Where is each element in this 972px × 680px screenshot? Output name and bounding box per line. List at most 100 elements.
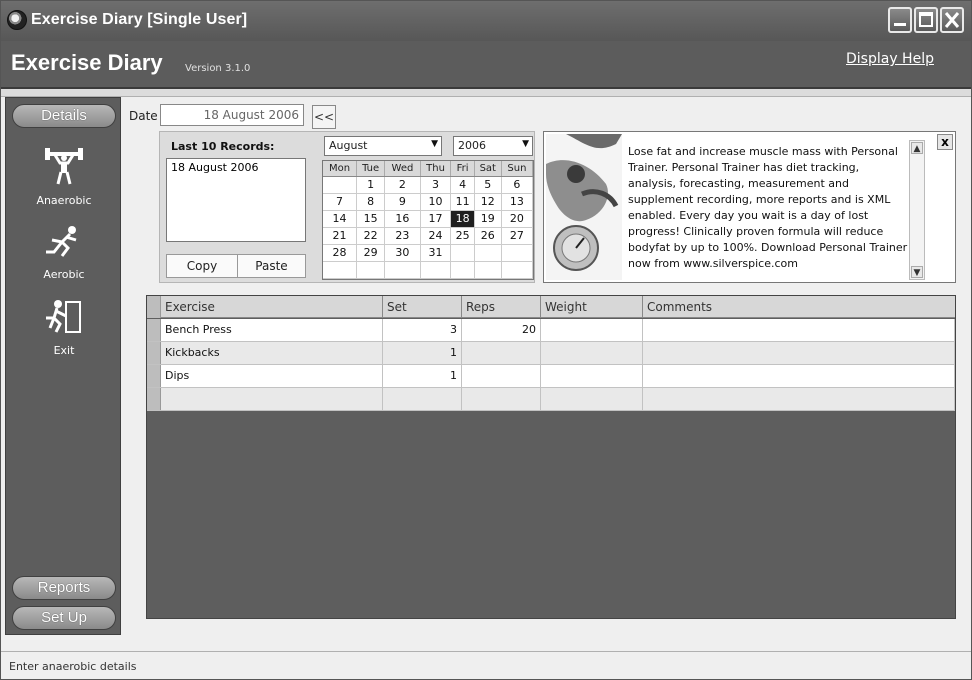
app-icon [7,10,27,30]
table-row[interactable] [147,388,955,411]
calendar-day[interactable]: 7 [323,193,358,211]
calendar-day[interactable]: 14 [323,210,358,228]
weightlifter-icon[interactable] [42,146,86,186]
grid-header: Exercise Set Reps Weight Comments [147,296,955,318]
calendar-day[interactable]: 3 [420,176,452,194]
calendar-day[interactable]: 30 [384,244,421,262]
cell-set[interactable]: 1 [383,342,462,364]
records-list[interactable]: 18 August 2006 [166,158,306,242]
list-item[interactable]: 18 August 2006 [171,161,301,174]
window-title: Exercise Diary [Single User] [31,11,248,28]
paste-button[interactable]: Paste [237,254,306,278]
calendar-day[interactable]: 12 [474,193,502,211]
calendar-day[interactable]: 26 [474,227,502,245]
cell-weight[interactable] [541,365,643,387]
column-header-set[interactable]: Set [383,296,462,318]
cell-exercise[interactable]: Dips [161,365,383,387]
details-button[interactable]: Details [12,104,116,128]
year-select[interactable]: 2006 ▼ [453,136,533,156]
records-title: Last 10 Records: [171,140,275,153]
calendar-day[interactable]: 20 [501,210,534,228]
table-row[interactable]: Dips 1 [147,365,955,388]
calendar-day[interactable]: 16 [384,210,421,228]
advert-panel: Lose fat and increase muscle mass with P… [543,131,956,283]
previous-date-button[interactable]: << [312,105,336,129]
reports-button[interactable]: Reports [12,576,116,600]
table-row[interactable]: Kickbacks 1 [147,342,955,365]
sidebar-item-anaerobic[interactable]: Anaerobic [6,194,122,207]
display-help-link[interactable]: Display Help [846,51,934,67]
calendar-week: 28 29 30 31 [323,244,534,262]
calendar-day[interactable]: 25 [450,227,475,245]
calendar-day[interactable]: 10 [420,193,452,211]
calendar-day [356,261,386,279]
scroll-down-icon[interactable]: ▼ [911,266,923,278]
cell-exercise[interactable]: Bench Press [161,319,383,341]
setup-button[interactable]: Set Up [12,606,116,630]
calendar-day[interactable]: 28 [323,244,358,262]
calendar-day[interactable]: 1 [356,176,386,194]
calendar-day[interactable]: 22 [356,227,386,245]
advert-scrollbar[interactable]: ▲ ▼ [909,140,925,280]
cell-comments[interactable] [643,319,955,341]
cell-exercise[interactable] [161,388,383,410]
row-selector[interactable] [147,319,161,341]
cell-set[interactable]: 1 [383,365,462,387]
calendar-day[interactable]: 13 [501,193,534,211]
table-row[interactable]: Bench Press 3 20 [147,319,955,342]
calendar-day[interactable]: 29 [356,244,386,262]
calendar-day[interactable]: 24 [420,227,452,245]
title-bar[interactable]: Exercise Diary [Single User] [1,1,971,41]
calendar-weekday-row: Mon Tue Wed Thu Fri Sat Sun [323,161,534,177]
calendar-day[interactable]: 11 [450,193,475,211]
calendar-day[interactable]: 6 [501,176,534,194]
sidebar-item-exit[interactable]: Exit [6,344,122,357]
close-button[interactable] [940,7,964,33]
cell-weight[interactable] [541,388,643,410]
calendar-day[interactable]: 8 [356,193,386,211]
calendar-day[interactable]: 5 [474,176,502,194]
cell-reps[interactable]: 20 [462,319,541,341]
runner-icon[interactable] [42,222,86,262]
calendar-day[interactable]: 9 [384,193,421,211]
row-selector[interactable] [147,342,161,364]
cell-comments[interactable] [643,365,955,387]
advert-close-button[interactable]: x [937,134,953,150]
calendar-day[interactable]: 18 [450,210,475,228]
chevron-down-icon: ▼ [522,139,529,149]
date-field[interactable]: 18 August 2006 [160,104,304,126]
cell-reps[interactable] [462,342,541,364]
month-select[interactable]: August ▼ [324,136,442,156]
calendar-day[interactable]: 19 [474,210,502,228]
cell-weight[interactable] [541,319,643,341]
calendar-day[interactable]: 17 [420,210,452,228]
exit-runner-icon[interactable] [42,296,86,336]
cell-weight[interactable] [541,342,643,364]
column-header-weight[interactable]: Weight [541,296,643,318]
calendar-day[interactable]: 21 [323,227,358,245]
cell-comments[interactable] [643,342,955,364]
cell-comments[interactable] [643,388,955,410]
sidebar-item-aerobic[interactable]: Aerobic [6,268,122,281]
maximize-icon [919,12,933,27]
column-header-exercise[interactable]: Exercise [161,296,383,318]
scroll-up-icon[interactable]: ▲ [911,142,923,154]
copy-button[interactable]: Copy [166,254,238,278]
cell-set[interactable] [383,388,462,410]
row-selector[interactable] [147,365,161,387]
calendar-day[interactable]: 27 [501,227,534,245]
cell-set[interactable]: 3 [383,319,462,341]
minimize-button[interactable] [888,7,912,33]
column-header-comments[interactable]: Comments [643,296,955,318]
calendar-day[interactable]: 2 [384,176,421,194]
calendar-day[interactable]: 31 [420,244,452,262]
cell-exercise[interactable]: Kickbacks [161,342,383,364]
calendar-day[interactable]: 15 [356,210,386,228]
column-header-reps[interactable]: Reps [462,296,541,318]
cell-reps[interactable] [462,388,541,410]
calendar-day[interactable]: 23 [384,227,421,245]
row-selector[interactable] [147,388,161,410]
maximize-button[interactable] [914,7,938,33]
calendar-day[interactable]: 4 [450,176,475,194]
cell-reps[interactable] [462,365,541,387]
